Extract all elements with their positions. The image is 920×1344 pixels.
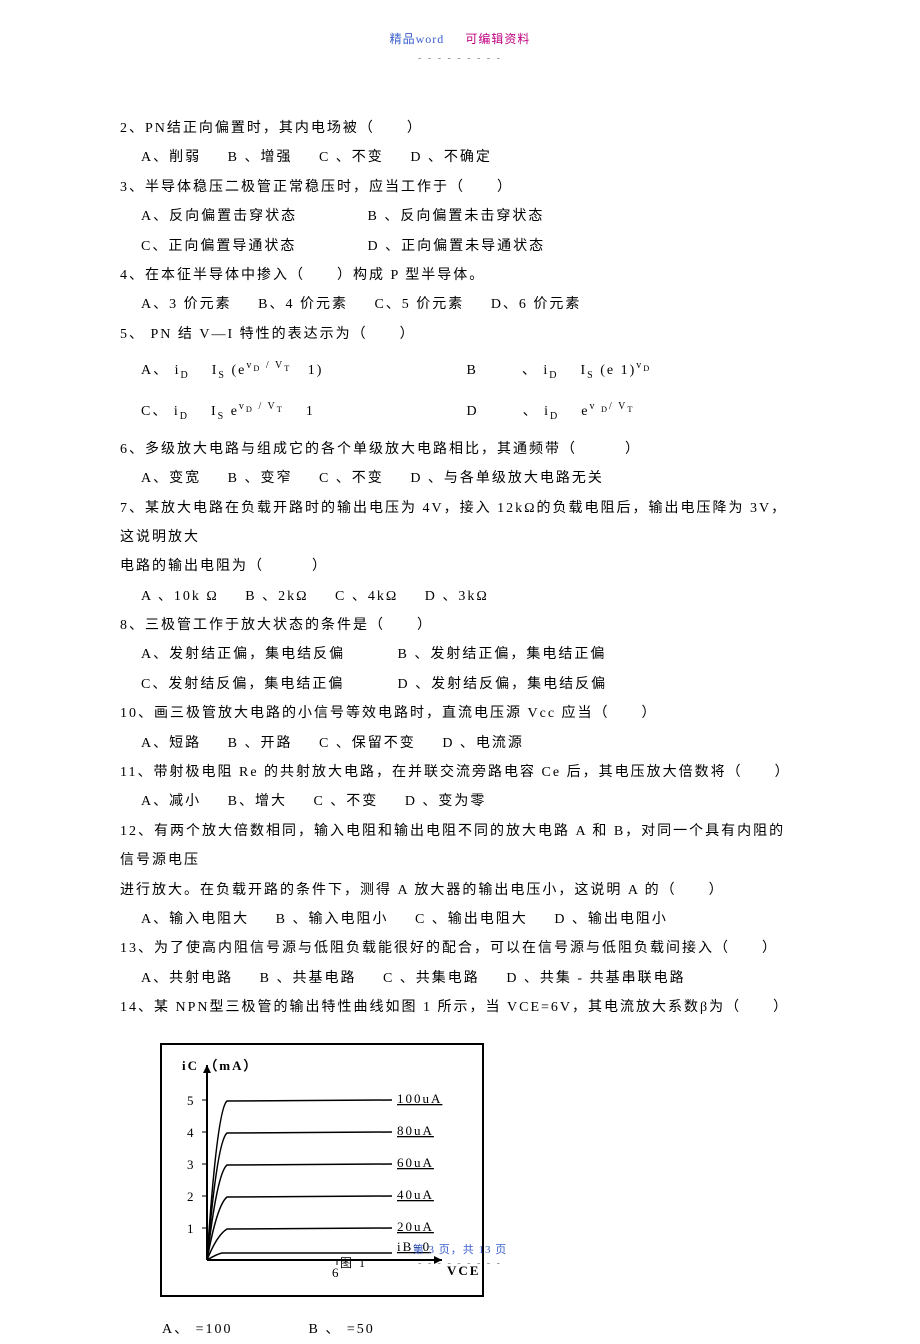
q8-opt-a: A、发射结正偏，集电结反偏 [141,640,371,669]
q8-stem: 8、三极管工作于放大状态的条件是（ ） [120,611,800,640]
q11-options: A、减小 B、增大 C 、不变 D 、变为零 [141,787,800,816]
q2-opt-b: B 、增强 [228,143,293,172]
q2-options: A、削弱 B 、增强 C 、不变 D 、不确定 [141,143,800,172]
q6-options: A、变宽 B 、变窄 C 、不变 D 、与各单级放大电路无关 [141,464,800,493]
q7-stem-line1: 7、某放大电路在负载开路时的输出电压为 4V，接入 12kΩ的负载电阻后，输出电… [120,494,800,553]
header-divider: - - - - - - - - - [120,53,800,64]
q3-opt-b: B 、反向偏置未击穿状态 [368,202,545,231]
q10-opt-c: C 、保留不变 [319,729,416,758]
q10-opt-a: A、短路 [141,729,201,758]
footer: 第 3 页，共 13 页 [0,1241,920,1257]
q2-opt-d: D 、不确定 [410,143,492,172]
q2-stem: 2、PN结正向偏置时，其内电场被（ ） [120,114,800,143]
q6-opt-a: A、变宽 [141,464,201,493]
q13-opt-d: D 、共集 - 共基串联电路 [506,964,685,993]
q12-stem-line1: 12、有两个放大倍数相同，输入电阻和输出电阻不同的放大电路 A 和 B，对同一个… [120,817,800,876]
q11-opt-c: C 、不变 [313,787,378,816]
q5-formula-row2: C、 iD IS evD / VT 1 D 、 iD ev D/ VT [141,394,800,431]
document-page: 精品word 可编辑资料 - - - - - - - - - 2、PN结正向偏置… [0,0,920,1303]
q8-opt-d: D 、发射结反偏，集电结反偏 [398,670,608,699]
q4-opt-d: D、6 价元素 [491,290,582,319]
q2-opt-a: A、削弱 [141,143,201,172]
q6-opt-b: B 、变窄 [228,464,293,493]
footer-divider: - - - - - - - - - [0,1258,920,1269]
q7-opt-b: B 、2kΩ [245,582,308,611]
q12-opt-d: D 、输出电阻小 [554,905,668,934]
header-left: 精品word [390,32,445,46]
q4-opt-a: A、3 价元素 [141,290,232,319]
chart-ytick-3: 3 [187,1157,196,1172]
q12-opt-a: A、输入电阻大 [141,905,249,934]
chart-ytick-2: 2 [187,1189,196,1204]
q12-opt-b: B 、输入电阻小 [276,905,389,934]
content: 2、PN结正向偏置时，其内电场被（ ） A、削弱 B 、增强 C 、不变 D 、… [120,114,800,1344]
q4-stem: 4、在本征半导体中掺入（ ）构成 P 型半导体。 [120,261,800,290]
series-label-100uA: 100uA [397,1091,442,1106]
q5-stem: 5、 PN 结 V—I 特性的表达示为（ ） [120,320,800,349]
q4-options: A、3 价元素 B、4 价元素 C、5 价元素 D、6 价元素 [141,290,800,319]
q11-stem: 11、带射极电阻 Re 的共射放大电路，在并联交流旁路电容 Ce 后，其电压放大… [120,758,800,787]
q12-options: A、输入电阻大 B 、输入电阻小 C 、输出电阻大 D 、输出电阻小 [141,905,800,934]
series-label-60uA: 60uA [397,1155,434,1170]
q11-opt-a: A、减小 [141,787,201,816]
q3-opt-c: C、正向偏置导通状态 [141,232,341,261]
q7-opt-c: C 、4kΩ [335,582,398,611]
q4-opt-b: B、4 价元素 [258,290,348,319]
q5-opt-b: B 、 iD IS (e 1)vD [467,353,787,389]
q5-opt-a: A、 iD IS (evD / VT 1) [141,353,461,389]
q6-stem: 6、多级放大电路与组成它的各个单级放大电路相比，其通频带（ ） [120,435,800,464]
q7-opt-d: D 、3kΩ [425,582,489,611]
q3-options-row2: C、正向偏置导通状态 D 、正向偏置未导通状态 [141,232,800,261]
q8-opt-b: B 、发射结正偏，集电结正偏 [398,640,607,669]
chart-ytick-1: 1 [187,1221,196,1236]
q13-opt-c: C 、共集电路 [383,964,480,993]
q12-stem-line2: 进行放大。在负载开路的条件下，测得 A 放大器的输出电压小，这说明 A 的（ ） [120,876,800,905]
q3-opt-a: A、反向偏置击穿状态 [141,202,341,231]
q4-opt-c: C、5 价元素 [374,290,464,319]
q13-opt-b: B 、共基电路 [260,964,357,993]
q2-opt-c: C 、不变 [319,143,384,172]
q6-opt-d: D 、与各单级放大电路无关 [410,464,604,493]
q10-stem: 10、画三极管放大电路的小信号等效电路时，直流电压源 Vcc 应当（ ） [120,699,800,728]
q14-stem: 14、某 NPN型三极管的输出特性曲线如图 1 所示，当 VCE=6V，其电流放… [120,993,800,1022]
q7-stem-line2: 电路的输出电阻为（ ） [120,552,800,581]
q13-options: A、共射电路 B 、共基电路 C 、共集电路 D 、共集 - 共基串联电路 [141,964,800,993]
q7-opt-a: A 、10k Ω [141,582,219,611]
q5-opt-c: C、 iD IS evD / VT 1 [141,394,461,430]
q8-options-row2: C、发射结反偏，集电结正偏 D 、发射结反偏，集电结反偏 [141,670,800,699]
q6-opt-c: C 、不变 [319,464,384,493]
q12-opt-c: C 、输出电阻大 [415,905,528,934]
q10-options: A、短路 B 、开路 C 、保留不变 D 、电流源 [141,729,800,758]
q5-opt-d: D 、 iD ev D/ VT [467,394,787,430]
series-label-40uA: 40uA [397,1187,434,1202]
q11-opt-d: D 、变为零 [405,787,487,816]
q11-opt-b: B、增大 [228,787,287,816]
q13-opt-a: A、共射电路 [141,964,233,993]
q3-opt-d: D 、正向偏置未导通状态 [368,232,546,261]
series-label-20uA: 20uA [397,1219,434,1234]
chart-ytick-4: 4 [187,1125,196,1140]
q14-opt-b: B 、 =50 [309,1315,375,1344]
header: 精品word 可编辑资料 [120,30,800,47]
q14-options: A、 =100 B 、 =50 [162,1315,800,1344]
q10-opt-d: D 、电流源 [442,729,524,758]
q8-options-row1: A、发射结正偏，集电结反偏 B 、发射结正偏，集电结正偏 [141,640,800,669]
q13-stem: 13、为了使高内阻信号源与低阻负载能很好的配合，可以在信号源与低阻负载间接入（ … [120,934,800,963]
q10-opt-b: B 、开路 [228,729,293,758]
q3-options-row1: A、反向偏置击穿状态 B 、反向偏置未击穿状态 [141,202,800,231]
q5-formula-row1: A、 iD IS (evD / VT 1) B 、 iD IS (e 1)vD [141,353,800,390]
q7-options: A 、10k Ω B 、2kΩ C 、4kΩ D 、3kΩ [141,582,800,611]
header-right: 可编辑资料 [465,32,530,46]
series-label-80uA: 80uA [397,1123,434,1138]
chart-ylabel: iC （mA） [182,1058,258,1073]
q8-opt-c: C、发射结反偏，集电结正偏 [141,670,371,699]
q3-stem: 3、半导体稳压二极管正常稳压时，应当工作于（ ） [120,173,800,202]
chart-ytick-5: 5 [187,1093,196,1108]
q14-opt-a: A、 =100 [162,1315,282,1344]
